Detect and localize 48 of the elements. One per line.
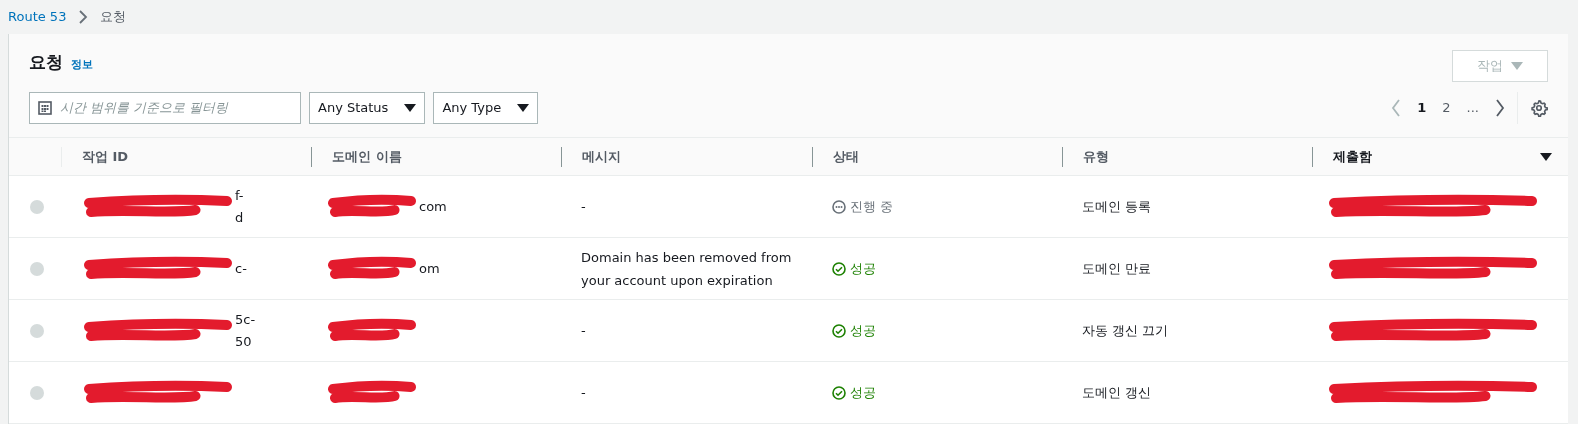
table-cell: 도메인 만료 [1082, 260, 1152, 276]
table-cell: 자동 갱신 끄기 [1082, 322, 1169, 338]
caret-icon [404, 103, 417, 113]
breadcrumb-link[interactable]: Route 53 [8, 7, 67, 27]
row-radio[interactable] [30, 199, 44, 214]
search-field[interactable]: 시간 범위를 기준으로 필터링 [29, 92, 301, 124]
id-fragment: 5c- [235, 310, 256, 329]
row-radio[interactable] [30, 385, 44, 400]
page-title: 요청 [29, 51, 63, 74]
breadcrumb-current: 요청 [100, 8, 127, 27]
sort-caret-icon[interactable] [1540, 151, 1552, 162]
column-header[interactable]: 도메인 이름 [332, 146, 402, 167]
id-fragment: d [235, 208, 244, 227]
calendar-icon [38, 101, 52, 115]
domain-fragment: com [419, 197, 447, 216]
column-header[interactable]: 유형 [1083, 146, 1109, 167]
page-button[interactable]: 1 [1417, 98, 1427, 118]
row-radio[interactable] [30, 323, 44, 338]
table-cell: 도메인 갱신 [1082, 384, 1152, 400]
page-button[interactable]: ... [1466, 98, 1479, 118]
table-cell: 도메인 등록 [1082, 198, 1152, 214]
page-button[interactable]: 2 [1442, 98, 1451, 118]
status-text: 진행 중 [850, 197, 894, 216]
search-input[interactable]: 시간 범위를 기준으로 필터링 [60, 98, 292, 118]
id-fragment: 50 [235, 332, 253, 351]
filter-dropdown[interactable]: Any Type [433, 92, 539, 124]
id-fragment: c- [235, 259, 247, 278]
column-header[interactable]: 작업 ID [82, 146, 129, 167]
column-header[interactable]: 제출함 [1333, 146, 1372, 167]
settings-icon[interactable] [1530, 99, 1548, 117]
table-cell-text: - [581, 322, 587, 340]
column-header[interactable]: 메시지 [582, 146, 621, 167]
status-text: 성공 [850, 321, 876, 340]
table-cell-text: Domain has been removed from your account upon expiration [581, 248, 793, 290]
caret-icon [1511, 61, 1523, 71]
info-link[interactable]: 정보 [71, 57, 93, 74]
table-cell-text: - [581, 384, 587, 402]
filter-dropdown[interactable]: Any Status [309, 92, 426, 124]
status-text: 성공 [850, 383, 876, 402]
id-fragment: f- [235, 186, 244, 205]
table-cell-text: - [581, 198, 587, 216]
chevron-right-icon [78, 10, 89, 24]
caret-icon [517, 103, 530, 113]
domain-fragment: om [419, 259, 440, 278]
column-header[interactable]: 상태 [833, 146, 859, 167]
status-text: 성공 [850, 259, 876, 278]
row-radio[interactable] [30, 261, 44, 276]
next-page-icon[interactable] [1495, 99, 1505, 117]
